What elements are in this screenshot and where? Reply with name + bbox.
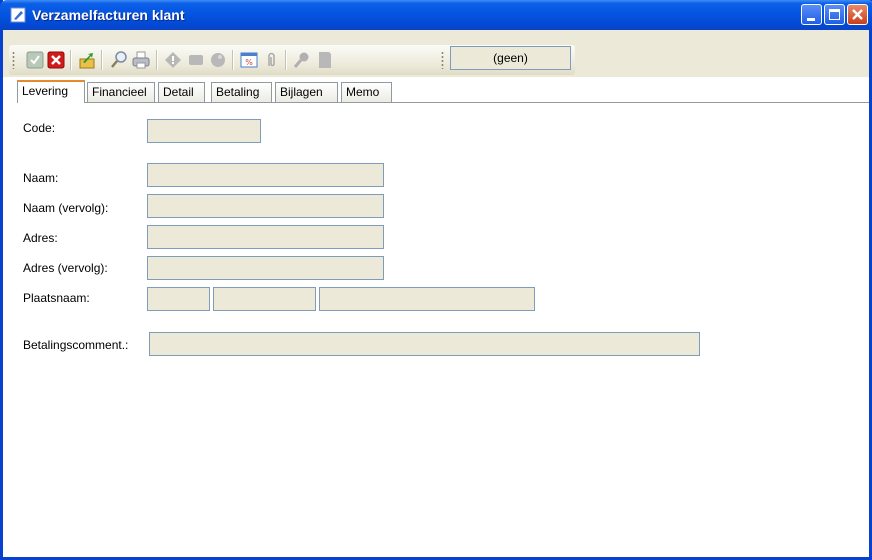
toolbar-separator [70,50,72,70]
code-label: Code: [23,121,56,135]
toolbar-separator [101,50,103,70]
adres-field[interactable] [147,225,384,249]
toolbar-separator [232,50,234,70]
search-icon[interactable] [109,50,129,70]
naam-label: Naam: [23,171,59,185]
betalingscomment-label: Betalingscomment.: [23,338,129,352]
print-icon[interactable] [131,50,151,70]
delete-icon[interactable] [46,50,66,70]
adres-vervolg-label: Adres (vervolg): [23,261,108,275]
close-icon [852,9,863,20]
land-field[interactable] [319,287,535,311]
toolbar-area: % (geen) [3,30,869,77]
tab-panel-border [17,102,869,103]
tab-bijlagen[interactable]: Bijlagen [275,82,338,102]
discount-icon[interactable]: % [239,50,259,70]
postcode-field[interactable] [147,287,210,311]
check-icon[interactable] [25,50,45,70]
toolbar-separator [156,50,158,70]
stop-icon[interactable] [186,50,206,70]
naam-vervolg-label: Naam (vervolg): [23,201,109,215]
window-title: Verzamelfacturen klant [32,7,185,23]
betalingscomment-field[interactable] [149,332,700,356]
adres-vervolg-field[interactable] [147,256,384,280]
title-bar[interactable]: Verzamelfacturen klant [0,0,872,30]
export-icon[interactable] [77,50,97,70]
info-icon[interactable] [163,50,183,70]
minimize-button[interactable] [801,4,822,25]
record-icon[interactable] [208,50,228,70]
adres-label: Adres: [23,231,58,245]
svg-text:%: % [245,58,253,67]
app-edit-icon [10,7,26,23]
tab-levering[interactable]: Levering [17,80,85,103]
tab-memo[interactable]: Memo [341,82,392,102]
maximize-button[interactable] [824,4,845,25]
tab-financieel[interactable]: Financieel [87,82,155,102]
plaatsnaam-label: Plaatsnaam: [23,291,90,305]
filter-combo[interactable]: (geen) [450,46,571,70]
naam-vervolg-field[interactable] [147,194,384,218]
plaats-field[interactable] [213,287,316,311]
tab-detail[interactable]: Detail [158,82,205,102]
window: Verzamelfacturen klant % (geen) Levering… [0,0,872,560]
key-icon[interactable] [292,50,312,70]
code-field[interactable] [147,119,261,143]
minimize-icon [807,18,815,21]
toolbar-grip[interactable] [441,51,444,69]
tab-betaling[interactable]: Betaling [211,82,272,102]
maximize-icon [829,9,840,20]
toolbar-grip[interactable] [12,51,15,69]
naam-field[interactable] [147,163,384,187]
attach-icon[interactable] [261,50,281,70]
note-icon[interactable] [315,50,335,70]
close-window-button[interactable] [847,4,868,25]
toolbar-separator [285,50,287,70]
